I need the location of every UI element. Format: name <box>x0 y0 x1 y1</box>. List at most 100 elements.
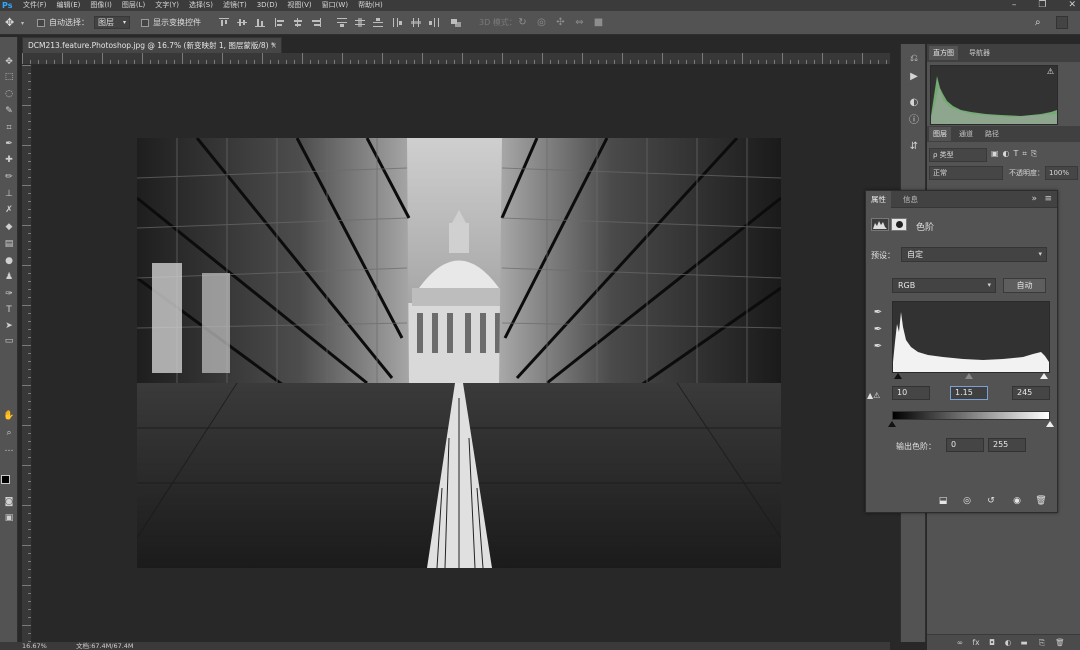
eyedropper-tool-icon[interactable]: ✒ <box>1 137 17 152</box>
panel-menu-icon[interactable]: ≡ <box>1044 194 1052 204</box>
3d-scale-icon[interactable]: ■ <box>593 17 604 28</box>
gradient-tool-icon[interactable]: ▤ <box>1 237 17 252</box>
actions-panel-icon[interactable]: ▶ <box>906 70 922 84</box>
move-tool-icon[interactable]: ✥ <box>5 16 19 29</box>
input-white-field[interactable]: 245 <box>1012 386 1050 400</box>
lasso-tool-icon[interactable]: ◌ <box>1 87 17 102</box>
tab-info[interactable]: 信息 <box>898 191 923 208</box>
shape-tool-icon[interactable]: ▭ <box>1 334 17 349</box>
add-mask-icon[interactable]: ◘ <box>987 637 997 648</box>
menu-window[interactable]: 窗口(W) <box>317 0 353 11</box>
workspace-switcher-icon[interactable] <box>1056 16 1068 29</box>
channel-select[interactable]: RGB ▾ <box>892 278 996 293</box>
menu-image[interactable]: 图像(I) <box>85 0 117 11</box>
align-left-icon[interactable] <box>275 18 285 27</box>
blur-tool-icon[interactable]: ● <box>1 254 17 269</box>
link-layers-icon[interactable]: ∞ <box>955 637 965 648</box>
distribute-top-icon[interactable] <box>337 18 347 27</box>
layer-filter-type-select[interactable]: ρ 类型 <box>929 148 987 162</box>
output-black-slider[interactable] <box>888 421 896 427</box>
tab-navigator[interactable]: 导航器 <box>965 46 994 60</box>
layer-style-icon[interactable]: fx <box>971 637 981 648</box>
align-right-icon[interactable] <box>311 18 321 27</box>
menu-select[interactable]: 选择(S) <box>184 0 218 11</box>
new-adjustment-layer-icon[interactable]: ◐ <box>1003 637 1013 648</box>
3d-drag-icon[interactable]: ✣ <box>555 17 566 28</box>
eraser-tool-icon[interactable]: ◆ <box>1 220 17 235</box>
zoom-tool-icon[interactable]: ⌕ <box>1 426 17 441</box>
menu-layer[interactable]: 图层(L) <box>117 0 150 11</box>
minimize-button[interactable]: – <box>1012 0 1017 11</box>
menu-type[interactable]: 文字(Y) <box>150 0 184 11</box>
move-tool-icon[interactable]: ✥ <box>1 55 17 70</box>
layer-filter-icons[interactable]: ▣◐T⌗⎘ <box>991 149 1077 161</box>
more-tools-icon[interactable]: … <box>1 442 17 457</box>
menu-filter[interactable]: 滤镜(T) <box>218 0 252 11</box>
delete-adjustment-icon[interactable]: 🗑 <box>1034 494 1048 508</box>
new-group-icon[interactable]: ▬ <box>1019 637 1029 648</box>
close-tab-icon[interactable]: × <box>271 38 277 53</box>
input-gamma-field[interactable]: 1.15 <box>950 386 988 400</box>
black-point-eyedropper-icon[interactable]: ✒ <box>871 306 885 320</box>
reset-adjustment-icon[interactable]: ↺ <box>984 494 998 508</box>
menu-view[interactable]: 视图(V) <box>282 0 316 11</box>
input-gamma-slider[interactable] <box>965 373 973 379</box>
menu-help[interactable]: 帮助(H) <box>353 0 388 11</box>
clip-to-layer-icon[interactable]: ⬓ <box>936 494 950 508</box>
healing-brush-tool-icon[interactable]: ✚ <box>1 153 17 168</box>
menu-edit[interactable]: 编辑(E) <box>52 0 86 11</box>
tool-preset-caret-icon[interactable]: ▾ <box>21 20 24 27</box>
clipping-warning-icon[interactable]: ▲⚠ <box>867 391 887 403</box>
tab-layers[interactable]: 图层 <box>929 127 951 141</box>
preset-select[interactable]: 自定 ▾ <box>901 247 1047 262</box>
delete-layer-icon[interactable]: 🗑 <box>1055 637 1065 648</box>
document-size[interactable]: 文档:67.4M/67.4M <box>76 642 134 650</box>
auto-select-checkbox[interactable] <box>37 19 45 27</box>
foreground-color-swatch[interactable] <box>1 475 10 484</box>
blend-mode-select[interactable]: 正常 <box>929 166 1003 180</box>
align-vertical-center-icon[interactable] <box>237 18 247 27</box>
character-panel-icon[interactable]: ⇵ <box>906 140 922 154</box>
distribute-right-icon[interactable] <box>429 18 439 27</box>
marquee-tool-icon[interactable]: ⬚ <box>1 70 17 85</box>
output-black-field[interactable]: 0 <box>946 438 984 452</box>
3d-roll-icon[interactable]: ◎ <box>536 17 547 28</box>
warning-icon[interactable]: ⚠ <box>1047 67 1054 76</box>
auto-align-layers-icon[interactable] <box>451 18 461 27</box>
info-panel-icon[interactable]: ⓘ <box>906 114 922 128</box>
auto-button[interactable]: 自动 <box>1003 278 1046 293</box>
collapse-panel-icon[interactable]: » <box>1031 194 1037 204</box>
show-transform-checkbox[interactable] <box>141 19 149 27</box>
restore-button[interactable]: ❐ <box>1038 0 1046 11</box>
screen-mode-icon[interactable]: ▣ <box>1 511 17 526</box>
align-top-icon[interactable] <box>219 18 229 27</box>
output-white-slider[interactable] <box>1046 421 1054 427</box>
clone-stamp-tool-icon[interactable]: ⊥ <box>1 187 17 202</box>
gray-point-eyedropper-icon[interactable]: ✒ <box>871 323 885 337</box>
input-white-slider[interactable] <box>1040 373 1048 379</box>
type-tool-icon[interactable]: T <box>1 303 17 318</box>
align-bottom-icon[interactable] <box>255 18 265 27</box>
distribute-vertical-center-icon[interactable] <box>355 18 365 27</box>
horizontal-ruler[interactable] <box>22 53 890 65</box>
path-selection-tool-icon[interactable]: ➤ <box>1 319 17 334</box>
distribute-horizontal-center-icon[interactable] <box>411 18 421 27</box>
adjustments-panel-icon[interactable]: ◐ <box>906 96 922 110</box>
pen-tool-icon[interactable]: ✑ <box>1 287 17 302</box>
tab-histogram[interactable]: 直方图 <box>929 46 958 60</box>
crop-tool-icon[interactable]: ⌗ <box>1 121 17 136</box>
quick-mask-icon[interactable]: ◙ <box>1 495 17 510</box>
menu-file[interactable]: 文件(F) <box>18 0 52 11</box>
document-image[interactable] <box>137 138 781 568</box>
document-tab[interactable]: DCM213.feature.Photoshop.jpg @ 16.7% (新变… <box>22 37 282 53</box>
history-panel-icon[interactable]: ⎌ <box>906 52 922 66</box>
new-layer-icon[interactable]: ⎘ <box>1037 637 1047 648</box>
dodge-tool-icon[interactable]: ♟ <box>1 270 17 285</box>
tab-properties[interactable]: 属性 <box>866 191 891 208</box>
distribute-left-icon[interactable] <box>393 18 403 27</box>
menu-3d[interactable]: 3D(D) <box>252 0 283 11</box>
quick-selection-tool-icon[interactable]: ✎ <box>1 104 17 119</box>
search-icon[interactable]: ⌕ <box>1035 16 1047 29</box>
distribute-bottom-icon[interactable] <box>373 18 383 27</box>
input-black-slider[interactable] <box>894 373 902 379</box>
